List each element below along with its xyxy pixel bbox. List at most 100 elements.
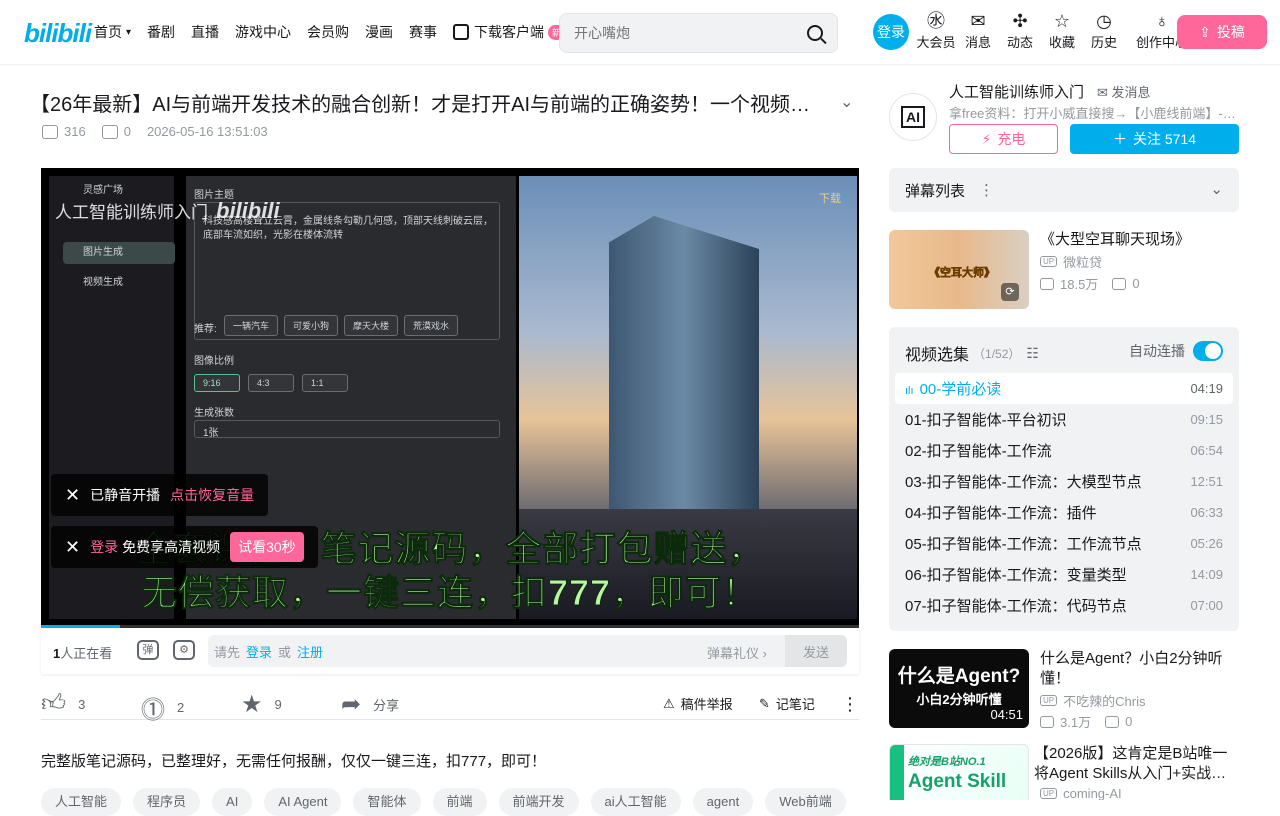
episode-item[interactable]: 02-扣子智能体-工作流 06:54 (895, 435, 1233, 466)
coin-icon: ⓵ (141, 697, 165, 724)
charge-button[interactable]: ⚡ 充电 (949, 124, 1058, 154)
tag[interactable]: 前端开发 (498, 788, 579, 816)
follow-button[interactable]: ＋ 关注 5714 (1070, 124, 1239, 154)
recommend-chip: 一辆汽车 (224, 315, 279, 336)
close-icon[interactable]: ✕ (65, 485, 80, 506)
video-player[interactable]: 灵感广场 图片生成 视频生成 图片主题 科技感高楼耸立云霄，金属线条勾勒几何感，… (41, 168, 859, 627)
danmaku-register-link[interactable]: 注册 (297, 642, 323, 661)
coin-button[interactable]: ⓵2 (141, 690, 184, 725)
autoplay-toggle[interactable] (1193, 341, 1223, 361)
uploader-avatar[interactable]: AI (889, 93, 937, 141)
recommend-title[interactable]: 【2026版】这肯定是B站唯一将Agent Skills从入门+实战… (1034, 744, 1239, 784)
favorite-button[interactable]: ★ 9 (241, 690, 282, 719)
tag[interactable]: AI (212, 788, 253, 816)
nav-anime[interactable]: 番剧 (147, 22, 175, 42)
episode-item[interactable]: 06-扣子智能体-工作流：变量类型 14:09 (895, 559, 1233, 590)
tag[interactable]: Web前端 (765, 788, 846, 816)
restore-volume-link[interactable]: 点击恢复音量 (170, 485, 254, 505)
more-icon[interactable]: ⋮ (841, 694, 859, 715)
recommend-uploader[interactable]: UP coming-AI (1040, 786, 1122, 800)
episode-duration: 06:54 (1190, 443, 1223, 458)
danmaku-or-text: 或 (278, 644, 292, 660)
nav-manga[interactable]: 漫画 (365, 22, 393, 42)
ratio-label: 图像比例 (194, 356, 234, 367)
search-icon[interactable] (807, 25, 823, 41)
recommend-title[interactable]: 《大型空耳聊天现场》 (1040, 230, 1240, 250)
danmaku-toggle-icon[interactable]: 弹 (137, 640, 159, 660)
danmaku-send-button[interactable]: 发送 (785, 635, 847, 667)
bulb-icon: ♁ (1155, 11, 1169, 31)
episode-item[interactable]: 03-扣子智能体-工作流：大模型节点 12:51 (895, 466, 1233, 497)
danmaku-list-title: 弹幕列表 (905, 182, 966, 200)
close-icon[interactable]: ✕ (65, 537, 80, 558)
episode-item[interactable]: 05-扣子智能体-工作流：工作流节点 05:26 (895, 528, 1233, 559)
chevron-down-icon[interactable]: ⌄ (840, 92, 853, 112)
recommend-chip: 摩天大楼 (344, 315, 399, 336)
episode-item[interactable]: 01-扣子智能体-平台初识 09:15 (895, 404, 1233, 435)
episode-item[interactable]: 04-扣子智能体-工作流：插件 06:33 (895, 497, 1233, 528)
recommend-title[interactable]: 什么是Agent？小白2分钟听懂！ (1040, 649, 1240, 689)
play-count-value: 316 (64, 124, 86, 139)
nav-esports[interactable]: 赛事 (409, 22, 437, 42)
message-icon: ✉ (970, 11, 986, 31)
more-icon[interactable]: ⋮ (979, 181, 994, 199)
recommend-uploader[interactable]: UP 不吃辣的Chris (1040, 691, 1145, 710)
tag[interactable]: 人工智能 (41, 788, 122, 816)
recommend-uploader[interactable]: UP 微粒贷 (1040, 252, 1102, 271)
notes-button[interactable]: ✎ 记笔记 (759, 694, 815, 713)
recommend-thumbnail[interactable]: 什么是Agent? 小白2分钟听懂 04:51 (889, 649, 1029, 728)
favorite-entry[interactable]: ☆ 收藏 (1042, 10, 1082, 51)
watermark-logo: bilibili (216, 198, 280, 223)
tag[interactable]: 智能体 (353, 788, 421, 816)
login-tip-login-link[interactable]: 登录 (90, 537, 118, 557)
thumbs-up-icon: 👍︎ (41, 690, 67, 717)
send-message-link[interactable]: ✉ 发消息 (1097, 82, 1151, 101)
danmaku-input-prefix: 请先 (214, 644, 241, 660)
vip-entry[interactable]: ㊌大会员 (916, 10, 956, 51)
star-icon: ☆ (1053, 11, 1071, 31)
danmaku-etiquette-link[interactable]: 弹幕礼仪 › (707, 643, 767, 662)
uploader-name[interactable]: 人工智能训练师入门 (949, 81, 1084, 102)
plus-icon: ＋ (1112, 131, 1127, 147)
tag[interactable]: ai人工智能 (590, 788, 681, 816)
recommend-thumbnail[interactable]: 绝对是B站NO.1 Agent Skill (889, 744, 1029, 800)
episode-item[interactable]: 07-扣子智能体-工作流：代码节点 07:00 (895, 590, 1233, 621)
tag[interactable]: 程序员 (133, 788, 201, 816)
danmaku-list-toggle[interactable]: 弹幕列表 ⋮ ⌄ (889, 168, 1239, 212)
history-entry[interactable]: ◷ 历史 (1084, 10, 1124, 51)
like-button[interactable]: 👍︎ 3 (41, 690, 85, 718)
tag[interactable]: agent (692, 788, 754, 816)
message-entry[interactable]: ✉ 消息 (958, 10, 998, 51)
recommend-item[interactable]: 《空耳大师》 ⟳ 《大型空耳聊天现场》 UP 微粒贷 18.5万 0 (889, 230, 1239, 310)
episode-list-header: 视频选集 （1/52） ☷ (905, 341, 1039, 365)
video-meta: 316 0 2026-05-16 13:51:03 (42, 124, 268, 139)
thumbnail-text: 《空耳大师》 (929, 267, 996, 280)
episode-item-active[interactable]: ılı 00-学前必读 04:19 (895, 373, 1233, 404)
nav-mall[interactable]: 会员购 (307, 22, 349, 42)
danmaku-settings-icon[interactable]: ⚙ (173, 640, 195, 660)
nav-live[interactable]: 直播 (191, 22, 219, 42)
watch-later-icon[interactable]: ⟳ (1001, 283, 1019, 301)
danmaku-input[interactable]: 请先 登录 或 注册 弹幕礼仪 › 发送 (208, 635, 847, 667)
nav-download-client[interactable]: 下载客户端新 (453, 22, 566, 42)
list-view-icon[interactable]: ☷ (1026, 345, 1039, 362)
danmaku-login-link[interactable]: 登录 (246, 642, 272, 661)
upload-button[interactable]: ⇪ 投稿 (1177, 15, 1267, 49)
vip-icon: ㊌ (927, 11, 945, 31)
report-button[interactable]: ⚠ 稿件举报 (663, 694, 733, 713)
search-input[interactable] (560, 25, 790, 41)
recommend-item[interactable]: 绝对是B站NO.1 Agent Skill 【2026版】这肯定是B站唯一将Ag… (889, 744, 1239, 800)
share-button[interactable]: ➦ 分享 (341, 690, 399, 719)
recommend-thumbnail[interactable]: 《空耳大师》 ⟳ (889, 230, 1029, 309)
recommend-uploader-name: 不吃辣的Chris (1063, 694, 1146, 709)
dynamic-entry[interactable]: ✣ 动态 (1000, 10, 1040, 51)
trial-button[interactable]: 试看30秒 (230, 532, 304, 562)
recommend-chip: 荒漠戏水 (404, 315, 459, 336)
nav-game-center[interactable]: 游戏中心 (235, 22, 291, 42)
recommend-item[interactable]: 什么是Agent? 小白2分钟听懂 04:51 什么是Agent？小白2分钟听懂… (889, 649, 1240, 730)
login-avatar-button[interactable]: 登录 (873, 14, 909, 50)
tag[interactable]: 前端 (432, 788, 487, 816)
tag[interactable]: AI Agent (264, 788, 342, 816)
nav-home[interactable]: 首页 ▾ (94, 22, 131, 42)
bilibili-logo[interactable]: bilibili (24, 18, 92, 49)
